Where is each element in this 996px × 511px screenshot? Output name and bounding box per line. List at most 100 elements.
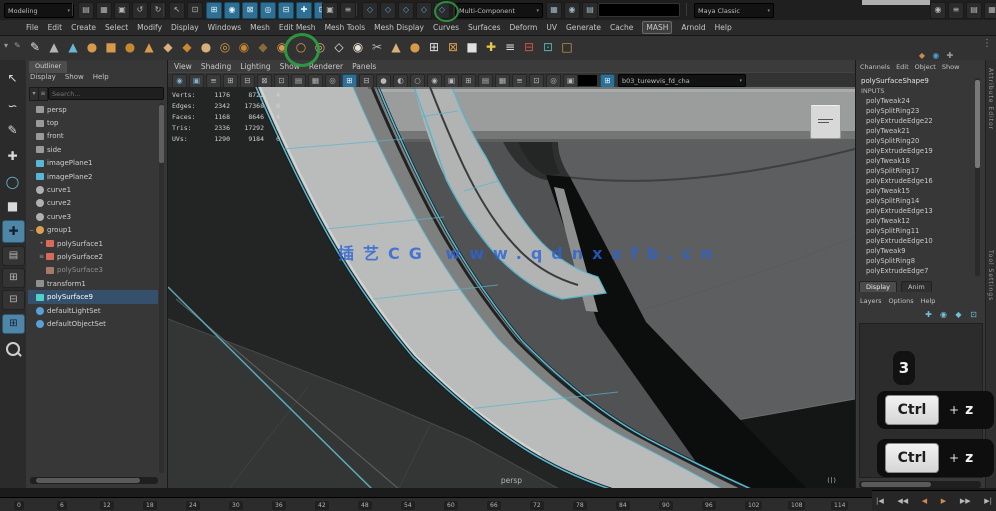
modeling-toolkit-icon[interactable]: ◉ [930, 2, 946, 19]
shelf-tab-menu-icon[interactable]: ▾ [4, 41, 8, 50]
outliner-item-persp[interactable]: persp [28, 103, 158, 116]
history-node-polySplitRing14[interactable]: polySplitRing14 [866, 197, 970, 207]
frame-tick-0[interactable]: 0 [14, 501, 24, 510]
menu-select[interactable]: Select [105, 23, 128, 32]
select-mask-handles-icon[interactable]: ◇ [362, 2, 378, 19]
outliner-menu-show[interactable]: Show [65, 73, 84, 81]
viewport-toolbar-icon-0[interactable]: ◉ [172, 74, 187, 88]
layer-editor-hscrollbar[interactable] [859, 481, 981, 488]
history-node-polyTweak21[interactable]: polyTweak21 [866, 127, 970, 137]
viewport-toolbar-icon-8[interactable]: ▦ [308, 74, 323, 88]
new-layer-selected-icon[interactable]: ◉ [938, 309, 949, 320]
outliner-item-defaultObjectSet[interactable]: defaultObjectSet [28, 317, 158, 330]
sculpt-tool-icon[interactable]: ◉ [349, 38, 367, 57]
snap-to-view-plane-icon[interactable]: ⊟ [278, 2, 294, 19]
menu-set-dropdown[interactable]: Modeling ▾ [4, 3, 74, 18]
poly-pipe-icon[interactable]: ◎ [216, 38, 234, 57]
outliner-item-side[interactable]: side [28, 143, 158, 156]
outliner-menu-help[interactable]: Help [93, 73, 109, 81]
outliner-item-defaultLightSet[interactable]: defaultLightSet [28, 304, 158, 317]
layout-current[interactable]: ⊞ [2, 314, 25, 334]
history-node-polyExtrudeEdge13[interactable]: polyExtrudeEdge13 [866, 207, 970, 217]
menu-mash[interactable]: MASH [642, 21, 672, 34]
history-node-polySplitRing17[interactable]: polySplitRing17 [866, 167, 970, 177]
mirror-icon[interactable]: ≡ [501, 38, 519, 57]
scissors-tool-icon[interactable]: ✂ [368, 38, 386, 57]
menu-curves[interactable]: Curves [433, 23, 459, 32]
undo-icon[interactable]: ↺ [132, 2, 148, 19]
outliner-item-imagePlane2[interactable]: imagePlane2 [28, 170, 158, 183]
viewport-toolbar-icon-14[interactable]: ○ [410, 74, 425, 88]
outliner-tab[interactable]: Outliner [29, 61, 67, 73]
poly-torus-icon[interactable]: ◆ [159, 38, 177, 57]
paint-select-tool[interactable]: ✎ [2, 120, 23, 141]
menu-mesh-display[interactable]: Mesh Display [374, 23, 424, 32]
outliner-item-polySurface9[interactable]: polySurface9 [28, 290, 158, 303]
menu-arnold[interactable]: Arnold [681, 23, 705, 32]
viewport-toolbar-icon-19[interactable]: ▦ [495, 74, 510, 88]
viewport-toolbar-icon-21[interactable]: ⊡ [529, 74, 544, 88]
new-scene-icon[interactable]: ▤ [78, 2, 94, 19]
layer-options-icon[interactable]: ⊡ [968, 309, 979, 320]
history-node-polyExtrudeEdge19[interactable]: polyExtrudeEdge19 [866, 147, 970, 157]
viewport-overlay-button[interactable] [810, 104, 841, 139]
menu-display[interactable]: Display [171, 23, 199, 32]
panel-menu-shading[interactable]: Shading [201, 62, 231, 71]
outliner-item-curve1[interactable]: curve1 [28, 183, 158, 196]
viewport-toolbar-icon-12[interactable]: ● [376, 74, 391, 88]
outliner-item-curve2[interactable]: curve2 [28, 197, 158, 210]
frame-tick-72[interactable]: 72 [530, 501, 544, 510]
viewport-toolbar-icon-5[interactable]: ⊠ [257, 74, 272, 88]
history-node-polySplitRing20[interactable]: polySplitRing20 [866, 137, 970, 147]
history-node-polyExtrudeEdge22[interactable]: polyExtrudeEdge22 [866, 117, 970, 127]
menu-uv[interactable]: UV [546, 23, 557, 32]
panel-menu-view[interactable]: View [174, 62, 192, 71]
render-frame-icon[interactable]: ▦ [546, 2, 562, 19]
layer-tab-display[interactable]: Display [859, 281, 897, 292]
tool-settings-icon[interactable]: ▤ [966, 2, 982, 19]
separate-icon[interactable]: ⊟ [520, 38, 538, 57]
save-scene-icon[interactable]: ▣ [114, 2, 130, 19]
snap-to-curve-icon[interactable]: ◉ [224, 2, 240, 19]
poly-cone-icon[interactable]: ▲ [140, 38, 158, 57]
zoom-tool-icon[interactable] [6, 342, 20, 356]
frame-tick-36[interactable]: 36 [272, 501, 286, 510]
menu-file[interactable]: File [26, 23, 39, 32]
select-mask-joints-icon[interactable]: ◇ [380, 2, 396, 19]
snap-to-point-icon[interactable]: ⊠ [242, 2, 258, 19]
speed-ramp-icon[interactable]: ◆ [916, 50, 927, 61]
history-node-polySplitRing8[interactable]: polySplitRing8 [866, 257, 970, 267]
workspace-dropdown[interactable]: Maya Classic ▾ [694, 3, 774, 18]
outliner-menu-display[interactable]: Display [30, 73, 56, 81]
tab-attribute-editor[interactable]: Attribute Editor [987, 68, 994, 130]
frame-tick-84[interactable]: 84 [616, 501, 630, 510]
render-settings-icon[interactable]: ▤ [582, 2, 598, 19]
panel-menu-renderer[interactable]: Renderer [309, 62, 343, 71]
axis-cone-blue-icon[interactable]: ▲ [64, 38, 82, 57]
channels-menu[interactable]: Channels [860, 63, 890, 71]
outliner-search-input[interactable] [48, 87, 164, 100]
viewport-toolbar-icon-3[interactable]: ⊞ [223, 74, 238, 88]
new-layer-icon[interactable]: ✚ [923, 309, 934, 320]
viewport-toolbar-icon-17[interactable]: ⊞ [461, 74, 476, 88]
frame-tick-66[interactable]: 66 [487, 501, 501, 510]
outliner-item-polySurface2[interactable]: ≡polySurface2 [28, 250, 158, 263]
poly-plane-icon[interactable]: ◆ [178, 38, 196, 57]
viewport-toolbar-icon-16[interactable]: ▣ [444, 74, 459, 88]
history-node-polyTweak24[interactable]: polyTweak24 [866, 97, 970, 107]
menu-create[interactable]: Create [71, 23, 96, 32]
viewport-toolbar-icon-13[interactable]: ◐ [393, 74, 408, 88]
viewport-toolbar-icon-6[interactable]: ⊡ [274, 74, 289, 88]
open-scene-icon[interactable]: ▦ [96, 2, 112, 19]
panel-menu-lighting[interactable]: Lighting [240, 62, 270, 71]
layer-tab-anim[interactable]: Anim [901, 281, 932, 292]
history-node-polySplitRing23[interactable]: polySplitRing23 [866, 107, 970, 117]
menu-windows[interactable]: Windows [208, 23, 241, 32]
poly-sphere-icon[interactable]: ● [83, 38, 101, 57]
frame-tick-108[interactable]: 108 [788, 501, 805, 510]
menu-cache[interactable]: Cache [610, 23, 633, 32]
transform-entry-field[interactable] [598, 3, 680, 17]
frame-tick-18[interactable]: 18 [143, 501, 157, 510]
frame-tick-30[interactable]: 30 [229, 501, 243, 510]
smooth-icon[interactable]: ● [406, 38, 424, 57]
